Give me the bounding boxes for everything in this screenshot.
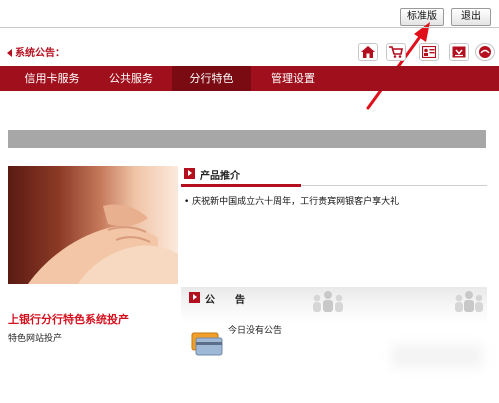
download-icon[interactable] (449, 43, 469, 61)
nav-branch-features[interactable]: 分行特色 (172, 66, 251, 91)
home-icon[interactable] (358, 43, 378, 61)
announcement-title: 公 告 (205, 295, 245, 306)
cart-icon[interactable] (386, 43, 406, 61)
notice-arrow-icon (7, 49, 12, 57)
system-notice: 系统公告： (7, 44, 65, 59)
products-arrow-icon (184, 168, 195, 179)
announcement-message: 今日没有公告 (228, 326, 283, 336)
promo-image[interactable] (8, 166, 178, 284)
products-divider (301, 185, 487, 186)
people-silhouette-icon (313, 291, 343, 312)
user-card-icon[interactable] (419, 43, 439, 61)
logout-button[interactable]: 退出 (451, 8, 491, 26)
promo-headline[interactable]: 上银行分行特色系统投产 (8, 311, 129, 327)
bank-card-icon (191, 332, 223, 356)
mail-icon[interactable] (475, 43, 495, 61)
blurred-area (392, 345, 482, 367)
nav-public-services[interactable]: 公共服务 (96, 66, 166, 91)
products-title: 产品推介 (200, 171, 240, 182)
header-divider (0, 27, 499, 28)
people-silhouette-icon (455, 291, 483, 312)
products-underline (181, 184, 301, 187)
notice-label: 系统公告： (15, 48, 65, 59)
nav-management-settings[interactable]: 管理设置 (258, 66, 328, 91)
product-news-item[interactable]: • 庆祝新中国成立六十周年，工行贵宾网银客户享大礼 (184, 194, 399, 207)
main-nav: 信用卡服务 公共服务 分行特色 管理设置 (0, 66, 499, 91)
promo-subline: 特色网站投产 (8, 334, 63, 344)
announcement-arrow-icon (189, 292, 200, 303)
content-title-bar (8, 130, 486, 148)
nav-credit-card-services[interactable]: 信用卡服务 (12, 66, 92, 91)
